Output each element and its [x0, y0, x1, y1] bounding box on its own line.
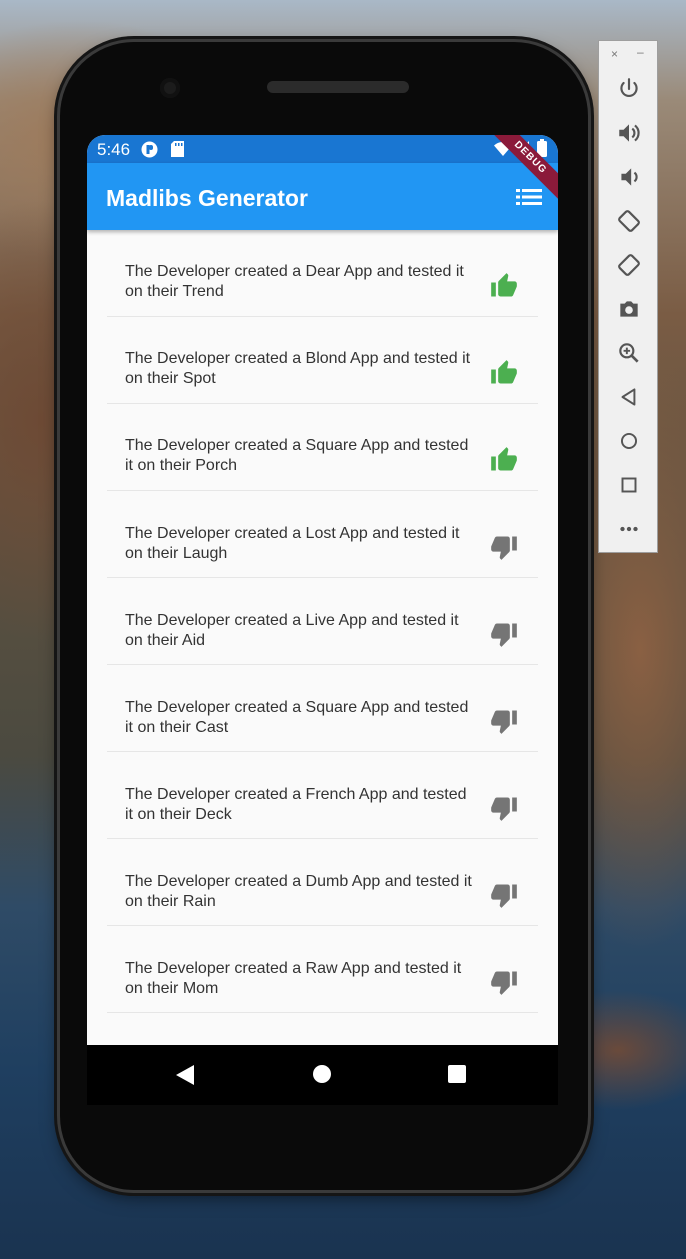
list-item-text: The Developer created a Lost App and tes… — [125, 525, 460, 562]
overview-icon[interactable] — [616, 472, 642, 498]
back-icon[interactable] — [616, 384, 642, 410]
power-key — [588, 480, 593, 630]
minimize-icon[interactable]: – — [637, 45, 644, 59]
thumb-up-icon[interactable] — [489, 446, 519, 474]
earpiece-speaker — [267, 81, 409, 93]
recents-icon[interactable] — [448, 1065, 466, 1083]
list-item-partial[interactable] — [107, 1013, 538, 1045]
rotate-left-icon[interactable] — [616, 208, 642, 234]
thumb-up-icon[interactable] — [489, 359, 519, 387]
notification-app-icon — [141, 141, 158, 158]
thumb-down-icon[interactable] — [489, 881, 519, 909]
front-camera — [160, 78, 180, 98]
thumb-up-icon[interactable] — [489, 272, 519, 300]
volume-up-icon[interactable] — [616, 120, 642, 146]
list-item[interactable]: The Developer created a Dumb App and tes… — [107, 839, 538, 926]
phone-screen: 5:46 Madlibs Generator DEBUG The Develop… — [87, 135, 558, 1045]
rotate-right-icon[interactable] — [616, 252, 642, 278]
navigation-bar — [87, 1045, 558, 1105]
status-time: 5:46 — [97, 140, 131, 159]
list-item[interactable]: The Developer created a Square App and t… — [107, 665, 538, 752]
list-item[interactable]: The Developer created a Lost App and tes… — [107, 491, 538, 578]
list-item-text: The Developer created a Live App and tes… — [125, 612, 459, 649]
list-item[interactable]: The Developer created a Live App and tes… — [107, 578, 538, 665]
close-icon[interactable]: × — [611, 47, 618, 61]
thumb-down-icon[interactable] — [489, 968, 519, 996]
status-bar: 5:46 — [87, 135, 558, 163]
home-icon[interactable] — [313, 1065, 331, 1083]
thumb-down-icon[interactable] — [489, 794, 519, 822]
camera-icon[interactable] — [616, 296, 642, 322]
list-item[interactable]: The Developer created a Raw App and test… — [107, 926, 538, 1013]
list-item-text: The Developer created a French App and t… — [125, 786, 467, 823]
list-item-text: The Developer created a Blond App and te… — [125, 350, 471, 387]
volume-rocker — [588, 330, 593, 420]
list-item[interactable]: The Developer created a Dear App and tes… — [107, 230, 538, 317]
home-icon[interactable] — [616, 428, 642, 454]
list-item-text: The Developer created a Raw App and test… — [125, 960, 462, 997]
sd-card-icon — [171, 141, 184, 157]
list-item[interactable]: The Developer created a Blond App and te… — [107, 317, 538, 404]
list-item-text: The Developer created a Square App and t… — [125, 437, 469, 474]
zoom-icon[interactable] — [616, 340, 642, 366]
thumb-down-icon[interactable] — [489, 707, 519, 735]
madlibs-list: The Developer created a Dear App and tes… — [87, 230, 558, 1045]
app-title: Madlibs Generator — [106, 185, 308, 211]
volume-down-icon[interactable] — [616, 164, 642, 190]
thumb-down-icon[interactable] — [489, 533, 519, 561]
list-item-text: The Developer created a Dear App and tes… — [125, 263, 464, 300]
back-icon[interactable] — [176, 1065, 194, 1085]
list-icon[interactable] — [516, 187, 542, 207]
emulator-toolbar: × – — [598, 40, 658, 553]
app-bar: Madlibs Generator — [87, 163, 558, 230]
thumb-down-icon[interactable] — [489, 620, 519, 648]
list-item[interactable]: The Developer created a Square App and t… — [107, 404, 538, 491]
list-item-text: The Developer created a Dumb App and tes… — [125, 873, 472, 910]
list-item[interactable]: The Developer created a French App and t… — [107, 752, 538, 839]
list-item-text: The Developer created a Square App and t… — [125, 699, 469, 736]
power-icon[interactable] — [616, 76, 642, 102]
more-icon[interactable] — [616, 516, 642, 542]
